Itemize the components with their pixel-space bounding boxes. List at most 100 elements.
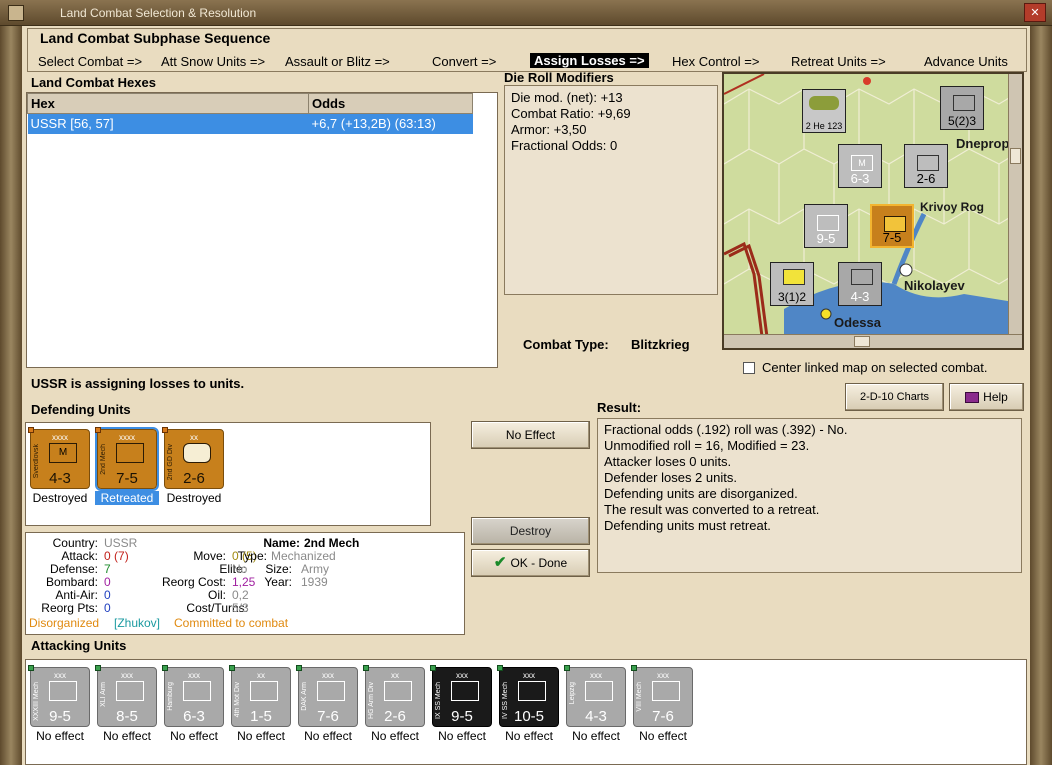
mini-map[interactable]: 2 He 123 5(2)3 M 6-3 2-6 9-5 7-5 3(1)2 4: [722, 72, 1024, 350]
defense-label: Defense:: [49, 562, 98, 576]
attacker-unit[interactable]: xxx VIII Mech 7-6 No effect: [631, 665, 695, 743]
unit-status: No effect: [505, 729, 553, 743]
subphase-sequence: Land Combat Subphase Sequence Select Com…: [27, 28, 1027, 72]
unit-name: Leipzig: [569, 682, 576, 705]
step-retreat-units: Retreat Units =>: [791, 54, 886, 69]
unit-name: DAK Arm: [301, 682, 308, 711]
map-counter-air[interactable]: 2 He 123: [802, 89, 846, 133]
map-label-city: Krivoy Rog: [920, 200, 985, 214]
map-counter-leipzig[interactable]: 4-3: [838, 262, 882, 306]
name-label: Name:: [263, 536, 300, 550]
map-vertical-scrollbar[interactable]: [1008, 74, 1022, 336]
unit-size: xxx: [188, 671, 200, 680]
unit-strength: 9-5: [49, 708, 71, 725]
map-counter-target[interactable]: 7-5: [870, 204, 914, 248]
unit-status: No effect: [103, 729, 151, 743]
window-titlebar: Land Combat Selection & Resolution ✕: [0, 0, 1052, 26]
unit-counter: xxx Hamburg 6-3: [162, 665, 224, 727]
hexes-list[interactable]: Hex Odds USSR [56, 57] +6,7 (+13,2B) (63…: [26, 92, 498, 368]
assigning-status: USSR is assigning losses to units.: [31, 376, 245, 391]
attacker-unit[interactable]: xxx IV SS Mech 10-5 No effect: [497, 665, 561, 743]
result-line: Defending units are disorganized.: [604, 486, 798, 501]
move-label: Move:: [193, 549, 226, 563]
unit-symbol: [585, 681, 613, 701]
column-header-hex[interactable]: Hex: [27, 93, 309, 114]
attack-value: 0 (7): [104, 549, 129, 563]
unit-symbol: [250, 681, 278, 701]
reorg-cost-label: Reorg Cost:: [161, 575, 226, 589]
result-line: Defending units must retreat.: [604, 518, 771, 533]
map-counter-xxxiii-mech[interactable]: 9-5: [804, 204, 848, 248]
unit-size: xxx: [322, 671, 334, 680]
result-line: The result was converted to a retreat.: [604, 502, 820, 517]
unit-strength: 1-5: [250, 708, 272, 725]
defense-value: 7: [104, 562, 111, 576]
unit-symbol: [384, 681, 412, 701]
result-title: Result:: [597, 400, 642, 415]
antiair-label: Anti-Air:: [55, 588, 98, 602]
oil-label: Oil:: [208, 588, 226, 602]
unit-status: No effect: [572, 729, 620, 743]
unit-symbol: [652, 681, 680, 701]
unit-size: xxx: [590, 671, 602, 680]
ok-done-button[interactable]: ✔ OK - Done: [471, 549, 590, 577]
attacker-unit[interactable]: xxx XXXIII Mech 9-5 No effect: [28, 665, 92, 743]
map-horizontal-scrollbar[interactable]: [724, 334, 1022, 348]
size-value: Army: [301, 562, 329, 576]
table-row[interactable]: USSR [56, 57] +6,7 (+13,2B) (63:13): [27, 113, 473, 134]
help-button[interactable]: Help: [949, 383, 1024, 411]
dialog-content: Land Combat Subphase Sequence Select Com…: [22, 26, 1030, 765]
attacker-unit[interactable]: xxx DAK Arm 7-6 No effect: [296, 665, 360, 743]
bombard-value: 0: [104, 575, 111, 589]
close-icon[interactable]: ✕: [1024, 3, 1046, 22]
unit-counter: xxx IX SS Mech 9-5: [430, 665, 492, 727]
unit-size: xx: [257, 671, 265, 680]
unit-size: xxx: [523, 671, 535, 680]
column-header-odds[interactable]: Odds: [308, 93, 473, 114]
map-counter-antonescu[interactable]: 3(1)2: [770, 262, 814, 306]
unit-symbol: [451, 681, 479, 701]
destroy-button[interactable]: Destroy: [471, 517, 590, 545]
drm-line: Armor: +3,50: [511, 122, 587, 137]
unit-strength: 4-3: [585, 708, 607, 725]
attacker-unit[interactable]: xx 4th Mot Div 1-5 No effect: [229, 665, 293, 743]
unit-size: xx: [391, 671, 399, 680]
reorg-cost-value: 1,25: [232, 575, 256, 589]
unit-counter: xxx XXXIII Mech 9-5: [28, 665, 90, 727]
no-effect-button[interactable]: No Effect: [471, 421, 590, 449]
unit-size: xxx: [54, 671, 66, 680]
unit-counter: xx 4th Mot Div 1-5: [229, 665, 291, 727]
defender-unit-selected[interactable]: xxxx 2nd Mech 7-5 Retreated: [95, 427, 159, 505]
year-label: Year:: [264, 575, 292, 589]
unit-strength: 7-6: [317, 708, 339, 725]
size-label: Size:: [265, 562, 292, 576]
center-linked-checkbox[interactable]: [743, 362, 755, 374]
map-counter-hg-arm[interactable]: 2-6: [904, 144, 948, 188]
charts-button[interactable]: 2-D-10 Charts: [845, 383, 944, 411]
attacker-unit[interactable]: xxx XLI Arm 8-5 No effect: [95, 665, 159, 743]
defender-unit[interactable]: xxxx Sverdlovsk M 4-3 Destroyed: [28, 427, 92, 505]
country-label: Country:: [52, 536, 98, 550]
unit-counter: xxx XLI Arm 8-5: [95, 665, 157, 727]
bombard-label: Bombard:: [45, 575, 98, 589]
attacker-unit[interactable]: xx HG Arm Div 2-6 No effect: [363, 665, 427, 743]
unit-size: xxx: [121, 671, 133, 680]
defender-unit[interactable]: xx 2nd GD Div 2-6 Destroyed: [162, 427, 226, 505]
map-counter-hamburg[interactable]: M 6-3: [838, 144, 882, 188]
hexes-title: Land Combat Hexes: [31, 75, 156, 90]
map-label-city: Nikolayev: [904, 278, 965, 293]
unit-details: Country: USSR Attack: 0 (7) Defense: 7 B…: [25, 532, 465, 635]
result-line: Attacker loses 0 units.: [604, 454, 732, 469]
country-value: USSR: [104, 536, 138, 550]
attacker-unit[interactable]: xxx Hamburg 6-3 No effect: [162, 665, 226, 743]
attacker-unit[interactable]: xxx Leipzig 4-3 No effect: [564, 665, 628, 743]
unit-status: No effect: [438, 729, 486, 743]
unit-strength: 10-5: [513, 708, 545, 725]
step-hex-control: Hex Control =>: [672, 54, 760, 69]
hex-cell: USSR [56, 57]: [27, 113, 309, 134]
unit-status: No effect: [304, 729, 352, 743]
map-counter-xxxxx[interactable]: 5(2)3: [940, 86, 984, 130]
oil-value: 0,2: [232, 588, 249, 602]
attacker-unit[interactable]: xxx IX SS Mech 9-5 No effect: [430, 665, 494, 743]
reorg-pts-label: Reorg Pts:: [41, 601, 98, 615]
